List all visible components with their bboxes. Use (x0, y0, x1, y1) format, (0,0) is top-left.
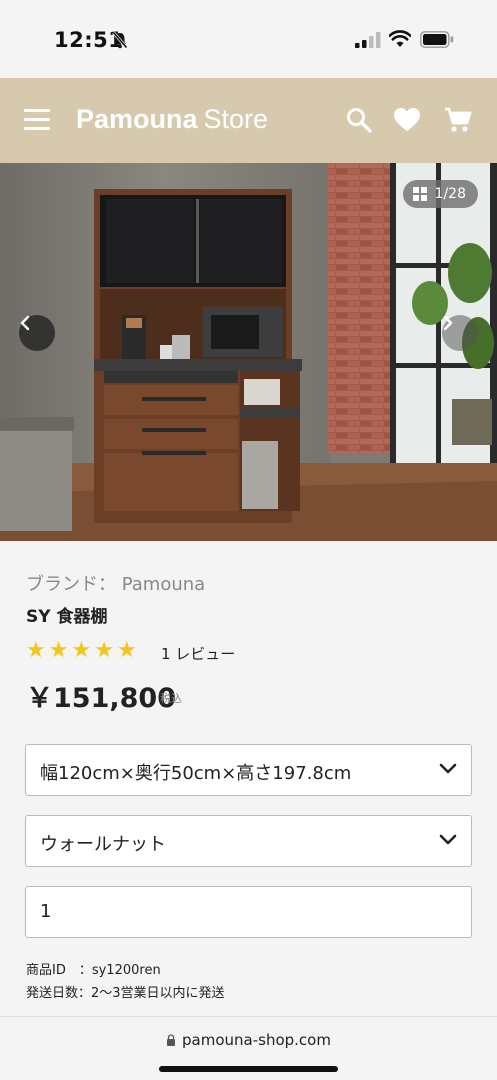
status-bar: 12:51 (0, 0, 497, 78)
product-image-gallery[interactable]: 1/28 (0, 163, 497, 541)
brand-line[interactable]: ブランド： Pamouna (26, 570, 205, 596)
star-icon: ★ (48, 638, 69, 663)
shipping-info: 発送日数：2〜3営業日以内に発送 (26, 986, 225, 1001)
rating-stars[interactable]: ★ ★ ★ ★ ★ (26, 639, 137, 663)
cart-icon[interactable] (444, 106, 472, 134)
size-select[interactable]: 幅120cm×奥行50cm×高さ197.8cm (25, 744, 472, 796)
size-select-value: 幅120cm×奥行50cm×高さ197.8cm (40, 763, 352, 784)
star-icon: ★ (94, 638, 114, 663)
chevron-down-icon (439, 834, 457, 845)
search-icon[interactable] (345, 106, 373, 134)
store-logo[interactable]: Pamouna Store (76, 104, 268, 135)
color-select[interactable]: ウォールナット (25, 815, 472, 867)
grid-icon (412, 187, 427, 201)
chevron-left-icon (20, 315, 30, 331)
quantity-value: 1 (40, 901, 52, 922)
chevron-down-icon (439, 763, 457, 774)
home-indicator[interactable] (159, 1066, 338, 1072)
url-text: pamouna-shop.com (182, 1031, 331, 1049)
gallery-counter[interactable]: 1/28 (402, 180, 478, 208)
heart-icon[interactable] (393, 106, 421, 134)
star-icon: ★ (71, 638, 92, 663)
product-title: SY 食器棚 (26, 607, 108, 627)
logo-store: Store (203, 104, 269, 134)
site-header: Pamouna Store (0, 78, 497, 163)
star-icon: ★ (116, 638, 137, 663)
url-display[interactable]: pamouna-shop.com (0, 1031, 497, 1049)
next-image-button[interactable] (442, 315, 478, 351)
star-icon: ★ (26, 638, 46, 663)
review-count-link[interactable]: 1 レビュー (161, 643, 235, 664)
tax-included-label: 税込 (160, 692, 182, 705)
product-id: 商品ID ：sy1200ren (26, 963, 161, 978)
battery-icon (420, 31, 454, 48)
color-select-value: ウォールナット (40, 834, 166, 855)
previous-image-button[interactable] (19, 315, 55, 351)
chevron-right-icon (443, 315, 453, 331)
lock-icon (167, 1034, 176, 1046)
product-price: ￥151,800 (26, 683, 176, 714)
menu-icon[interactable] (24, 109, 50, 131)
bell-off-icon (112, 31, 128, 49)
gallery-counter-text: 1/28 (434, 186, 466, 202)
quantity-input[interactable]: 1 (25, 886, 472, 938)
product-photo (0, 163, 497, 541)
wifi-icon (389, 30, 411, 47)
cellular-signal-icon (355, 32, 381, 48)
logo-brand: Pamouna (76, 104, 198, 134)
browser-url-bar[interactable]: pamouna-shop.com (0, 1016, 497, 1080)
